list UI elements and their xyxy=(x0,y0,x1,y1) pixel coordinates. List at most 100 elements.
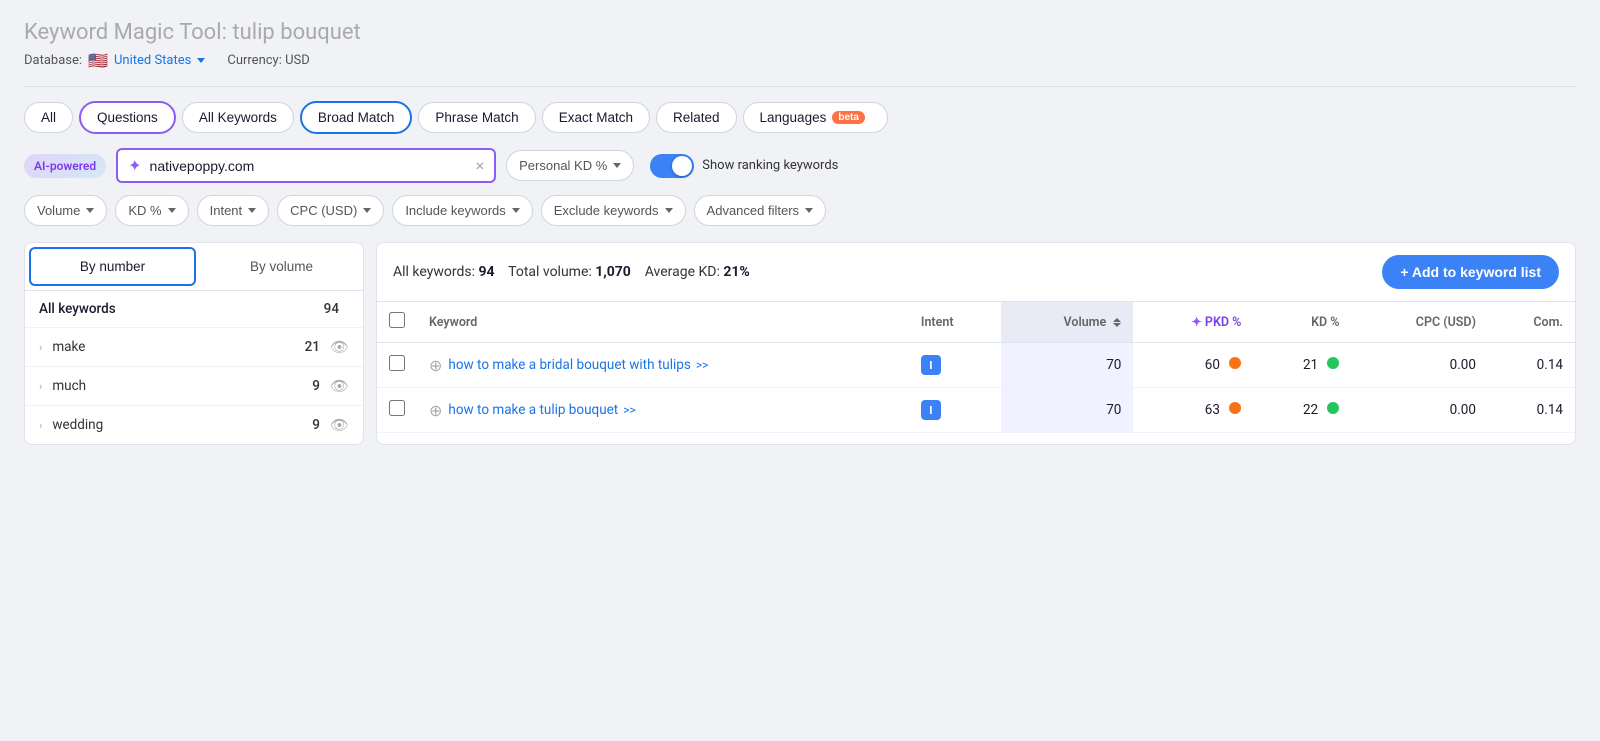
table-stats: All keywords: 94 Total volume: 1,070 Ave… xyxy=(393,264,750,280)
sidebar-item-label: make xyxy=(52,339,304,355)
domain-input[interactable] xyxy=(150,158,468,174)
tab-all-keywords[interactable]: All Keywords xyxy=(182,102,294,133)
select-all-checkbox[interactable] xyxy=(389,312,405,328)
chevron-right-icon[interactable]: › xyxy=(39,341,42,354)
clear-icon[interactable]: × xyxy=(476,156,485,175)
cpc-arrow-icon xyxy=(363,208,371,213)
advanced-filters-label: Advanced filters xyxy=(707,203,800,218)
sort-down-icon xyxy=(1113,323,1121,327)
filter-row: Volume KD % Intent CPC (USD) Include key… xyxy=(24,195,1576,226)
main-content: By number By volume All keywords 94 › ma… xyxy=(24,242,1576,445)
eye-icon[interactable]: 👁 xyxy=(330,377,349,395)
total-volume-stat-label: Total volume: xyxy=(508,264,592,280)
table-header-checkbox xyxy=(377,302,417,343)
personal-kd-label: Personal KD % xyxy=(519,158,607,173)
avg-kd-stat-value: 21% xyxy=(723,264,749,280)
add-keyword-icon[interactable]: ⊕ xyxy=(429,356,442,375)
keyword-cell: ⊕ how to make a tulip bouquet >> xyxy=(417,388,909,433)
add-to-keyword-list-button[interactable]: + Add to keyword list xyxy=(1382,255,1559,289)
cpc-filter[interactable]: CPC (USD) xyxy=(277,195,384,226)
chevron-right-icon[interactable]: › xyxy=(39,380,42,393)
table-row: ⊕ how to make a bridal bouquet with tuli… xyxy=(377,343,1575,388)
kd-cell: 22 xyxy=(1253,388,1351,433)
header-divider xyxy=(24,86,1576,87)
pkd-cell: 63 xyxy=(1133,388,1253,433)
pkd-label: PKD % xyxy=(1205,315,1241,330)
chevron-right-icon[interactable]: › xyxy=(39,419,42,432)
sidebar-item-label: wedding xyxy=(52,417,312,433)
country-flag: 🇺🇸 xyxy=(88,51,108,70)
kd-dot-icon xyxy=(1327,402,1339,414)
kd-dot-icon xyxy=(1327,357,1339,369)
intent-badge: I xyxy=(921,400,941,420)
eye-icon[interactable]: 👁 xyxy=(330,416,349,434)
show-ranking-toggle[interactable] xyxy=(650,154,694,178)
tab-languages[interactable]: Languages beta xyxy=(743,102,888,133)
row-checkbox-cell xyxy=(377,343,417,388)
sort-icon xyxy=(1113,318,1121,327)
sidebar: By number By volume All keywords 94 › ma… xyxy=(24,242,364,445)
tab-exact-match[interactable]: Exact Match xyxy=(542,102,650,133)
intent-filter[interactable]: Intent xyxy=(197,195,270,226)
keyword-text: how to make a bridal bouquet with tulips xyxy=(448,357,690,373)
table-header-bar: All keywords: 94 Total volume: 1,070 Ave… xyxy=(377,243,1575,302)
advanced-filters[interactable]: Advanced filters xyxy=(694,195,827,226)
com-cell: 0.14 xyxy=(1488,343,1575,388)
database-label: Database: xyxy=(24,53,82,68)
keyword-link[interactable]: how to make a bridal bouquet with tulips… xyxy=(448,357,708,373)
sidebar-item-label: much xyxy=(52,378,312,394)
kd-filter[interactable]: KD % xyxy=(115,195,188,226)
ai-search-input-wrap: ✦ × xyxy=(116,148,496,183)
sidebar-tab-by-volume[interactable]: By volume xyxy=(200,243,363,290)
title-static: Keyword Magic Tool: xyxy=(24,20,227,45)
sidebar-all-count: 94 xyxy=(324,301,339,317)
tab-broad-match[interactable]: Broad Match xyxy=(300,101,413,134)
beta-badge: beta xyxy=(832,111,865,124)
intent-arrow-icon xyxy=(248,208,256,213)
th-kd: KD % xyxy=(1253,302,1351,343)
add-keyword-icon[interactable]: ⊕ xyxy=(429,401,442,420)
cpc-cell: 0.00 xyxy=(1351,343,1487,388)
th-com: Com. xyxy=(1488,302,1575,343)
sidebar-item-count: 9 xyxy=(312,378,320,394)
volume-filter[interactable]: Volume xyxy=(24,195,107,226)
sidebar-item-count: 9 xyxy=(312,417,320,433)
exclude-keywords-filter[interactable]: Exclude keywords xyxy=(541,195,686,226)
tab-phrase-match[interactable]: Phrase Match xyxy=(418,102,535,133)
sidebar-tab-by-number[interactable]: By number xyxy=(29,247,196,286)
intent-cell: I xyxy=(909,388,1001,433)
sidebar-all-label: All keywords xyxy=(39,301,324,317)
kd-label: KD % xyxy=(128,203,161,218)
tab-all[interactable]: All xyxy=(24,102,73,133)
row-checkbox[interactable] xyxy=(389,355,405,371)
country-link[interactable]: United States xyxy=(114,53,205,68)
total-volume-stat-value: 1,070 xyxy=(595,264,631,280)
table-area: All keywords: 94 Total volume: 1,070 Ave… xyxy=(376,242,1576,445)
cpc-label: CPC (USD) xyxy=(290,203,357,218)
cpc-cell: 0.00 xyxy=(1351,388,1487,433)
list-item: › much 9 👁 xyxy=(25,367,363,406)
keyword-arrow-icon: >> xyxy=(623,403,636,417)
row-checkbox-cell xyxy=(377,388,417,433)
tabs-row: All Questions All Keywords Broad Match P… xyxy=(24,101,1576,134)
include-keywords-arrow-icon xyxy=(512,208,520,213)
personal-kd-dropdown[interactable]: Personal KD % xyxy=(506,150,634,181)
tab-related[interactable]: Related xyxy=(656,102,737,133)
volume-arrow-icon xyxy=(86,208,94,213)
keyword-link[interactable]: how to make a tulip bouquet >> xyxy=(448,402,635,418)
currency-label: Currency: USD xyxy=(227,53,309,68)
tab-questions[interactable]: Questions xyxy=(79,101,176,134)
volume-cell: 70 xyxy=(1001,343,1134,388)
intent-badge: I xyxy=(921,355,941,375)
keyword-cell: ⊕ how to make a bridal bouquet with tuli… xyxy=(417,343,909,388)
country-chevron-icon xyxy=(197,58,205,63)
all-keywords-stat-label: All keywords: xyxy=(393,264,475,280)
include-keywords-filter[interactable]: Include keywords xyxy=(392,195,532,226)
eye-icon[interactable]: 👁 xyxy=(330,338,349,356)
row-checkbox[interactable] xyxy=(389,400,405,416)
intent-label: Intent xyxy=(210,203,243,218)
keyword-arrow-icon: >> xyxy=(696,358,709,372)
sidebar-all-keywords: All keywords 94 xyxy=(25,291,363,328)
keywords-table: Keyword Intent Volume ✦ PKD % KD xyxy=(377,302,1575,433)
kd-cell: 21 xyxy=(1253,343,1351,388)
